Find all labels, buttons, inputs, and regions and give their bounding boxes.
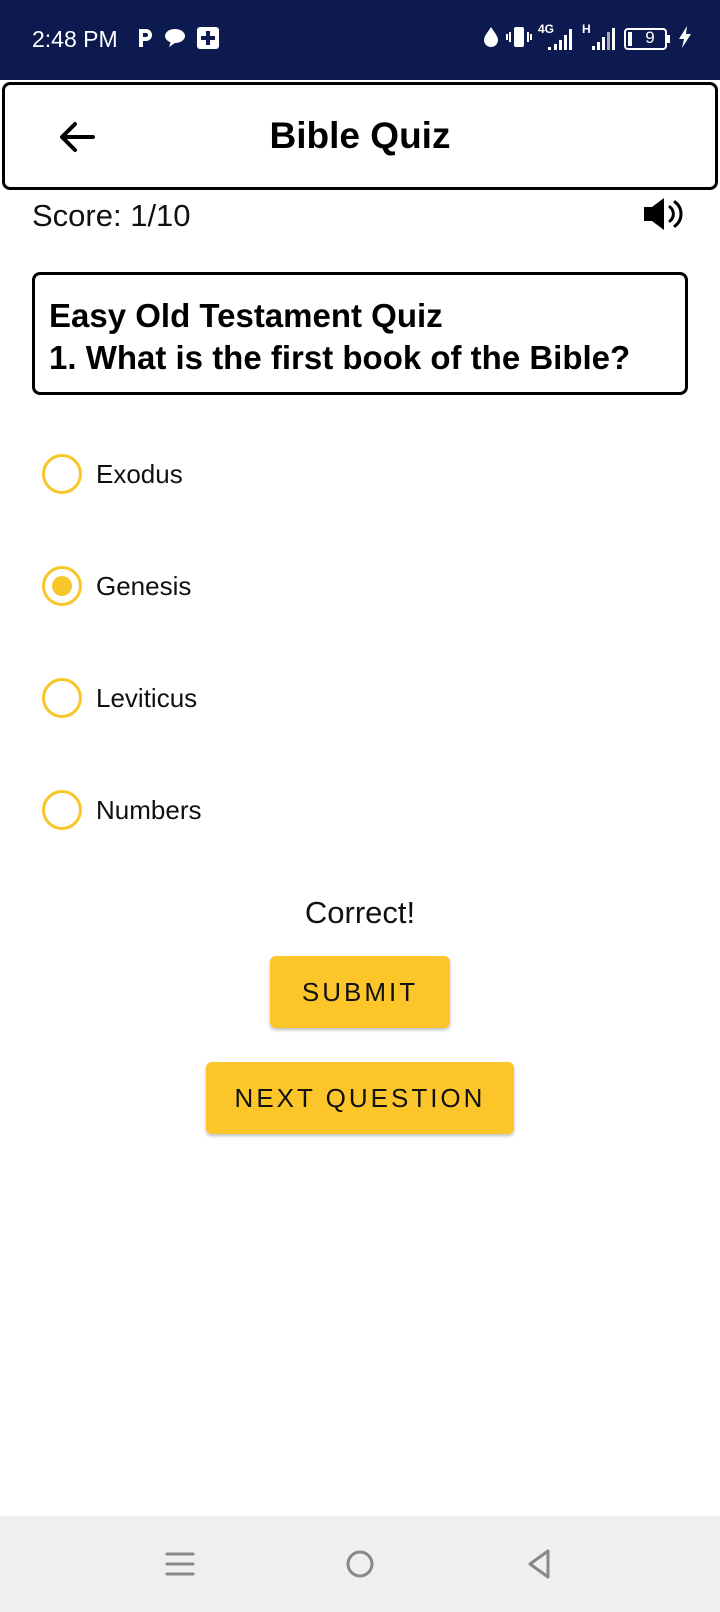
status-time: 2:48 PM <box>32 26 118 52</box>
system-back-button[interactable] <box>518 1542 562 1586</box>
status-right-icons: 4G H 9 <box>482 22 692 54</box>
sound-toggle-button[interactable] <box>640 196 686 236</box>
option-label: Exodus <box>96 458 183 489</box>
option-genesis[interactable]: Genesis <box>42 556 682 616</box>
question-text: 1. What is the first book of the Bible? <box>49 339 631 376</box>
radio-button[interactable] <box>42 678 82 718</box>
option-leviticus[interactable]: Leviticus <box>42 668 682 728</box>
charging-bolt-icon <box>678 25 692 54</box>
water-drop-icon <box>482 26 500 53</box>
p-icon <box>136 27 154 54</box>
home-circle-icon <box>338 1550 382 1590</box>
app-bar: Bible Quiz <box>2 82 718 190</box>
option-exodus[interactable]: Exodus <box>42 444 682 504</box>
battery-icon: 9 <box>624 27 672 51</box>
page-title: Bible Quiz <box>269 115 451 156</box>
system-nav-bar <box>0 1516 720 1612</box>
back-triangle-icon <box>518 1549 562 1590</box>
status-left-icons <box>136 26 220 54</box>
recent-apps-button[interactable] <box>158 1542 202 1586</box>
chat-bubble-icon <box>164 28 186 53</box>
radio-button[interactable] <box>42 454 82 494</box>
question-card: Easy Old Testament Quiz 1. What is the f… <box>32 272 688 395</box>
option-label: Genesis <box>96 570 192 601</box>
submit-button[interactable]: SUBMIT <box>270 956 450 1028</box>
quiz-title: Easy Old Testament Quiz <box>49 297 443 334</box>
battery-level: 9 <box>645 28 655 47</box>
speaker-volume-icon <box>640 198 686 236</box>
signal-icon: H <box>582 22 618 52</box>
radio-button[interactable] <box>42 790 82 830</box>
option-numbers[interactable]: Numbers <box>42 780 682 840</box>
status-bar: 2:48 PM 4G H 9 <box>0 0 720 80</box>
next-question-button[interactable]: NEXT QUESTION <box>206 1062 514 1134</box>
option-label: Numbers <box>96 794 202 825</box>
answer-feedback: Correct! <box>304 895 416 930</box>
menu-icon <box>158 1552 202 1590</box>
signal-icon: 4G <box>538 22 576 52</box>
home-button[interactable] <box>338 1542 382 1586</box>
radio-button-selected[interactable] <box>42 566 82 606</box>
score-text: Score: 1/10 <box>32 198 191 233</box>
vibrate-icon <box>506 26 532 53</box>
option-label: Leviticus <box>96 682 198 713</box>
medical-plus-icon <box>196 26 220 55</box>
